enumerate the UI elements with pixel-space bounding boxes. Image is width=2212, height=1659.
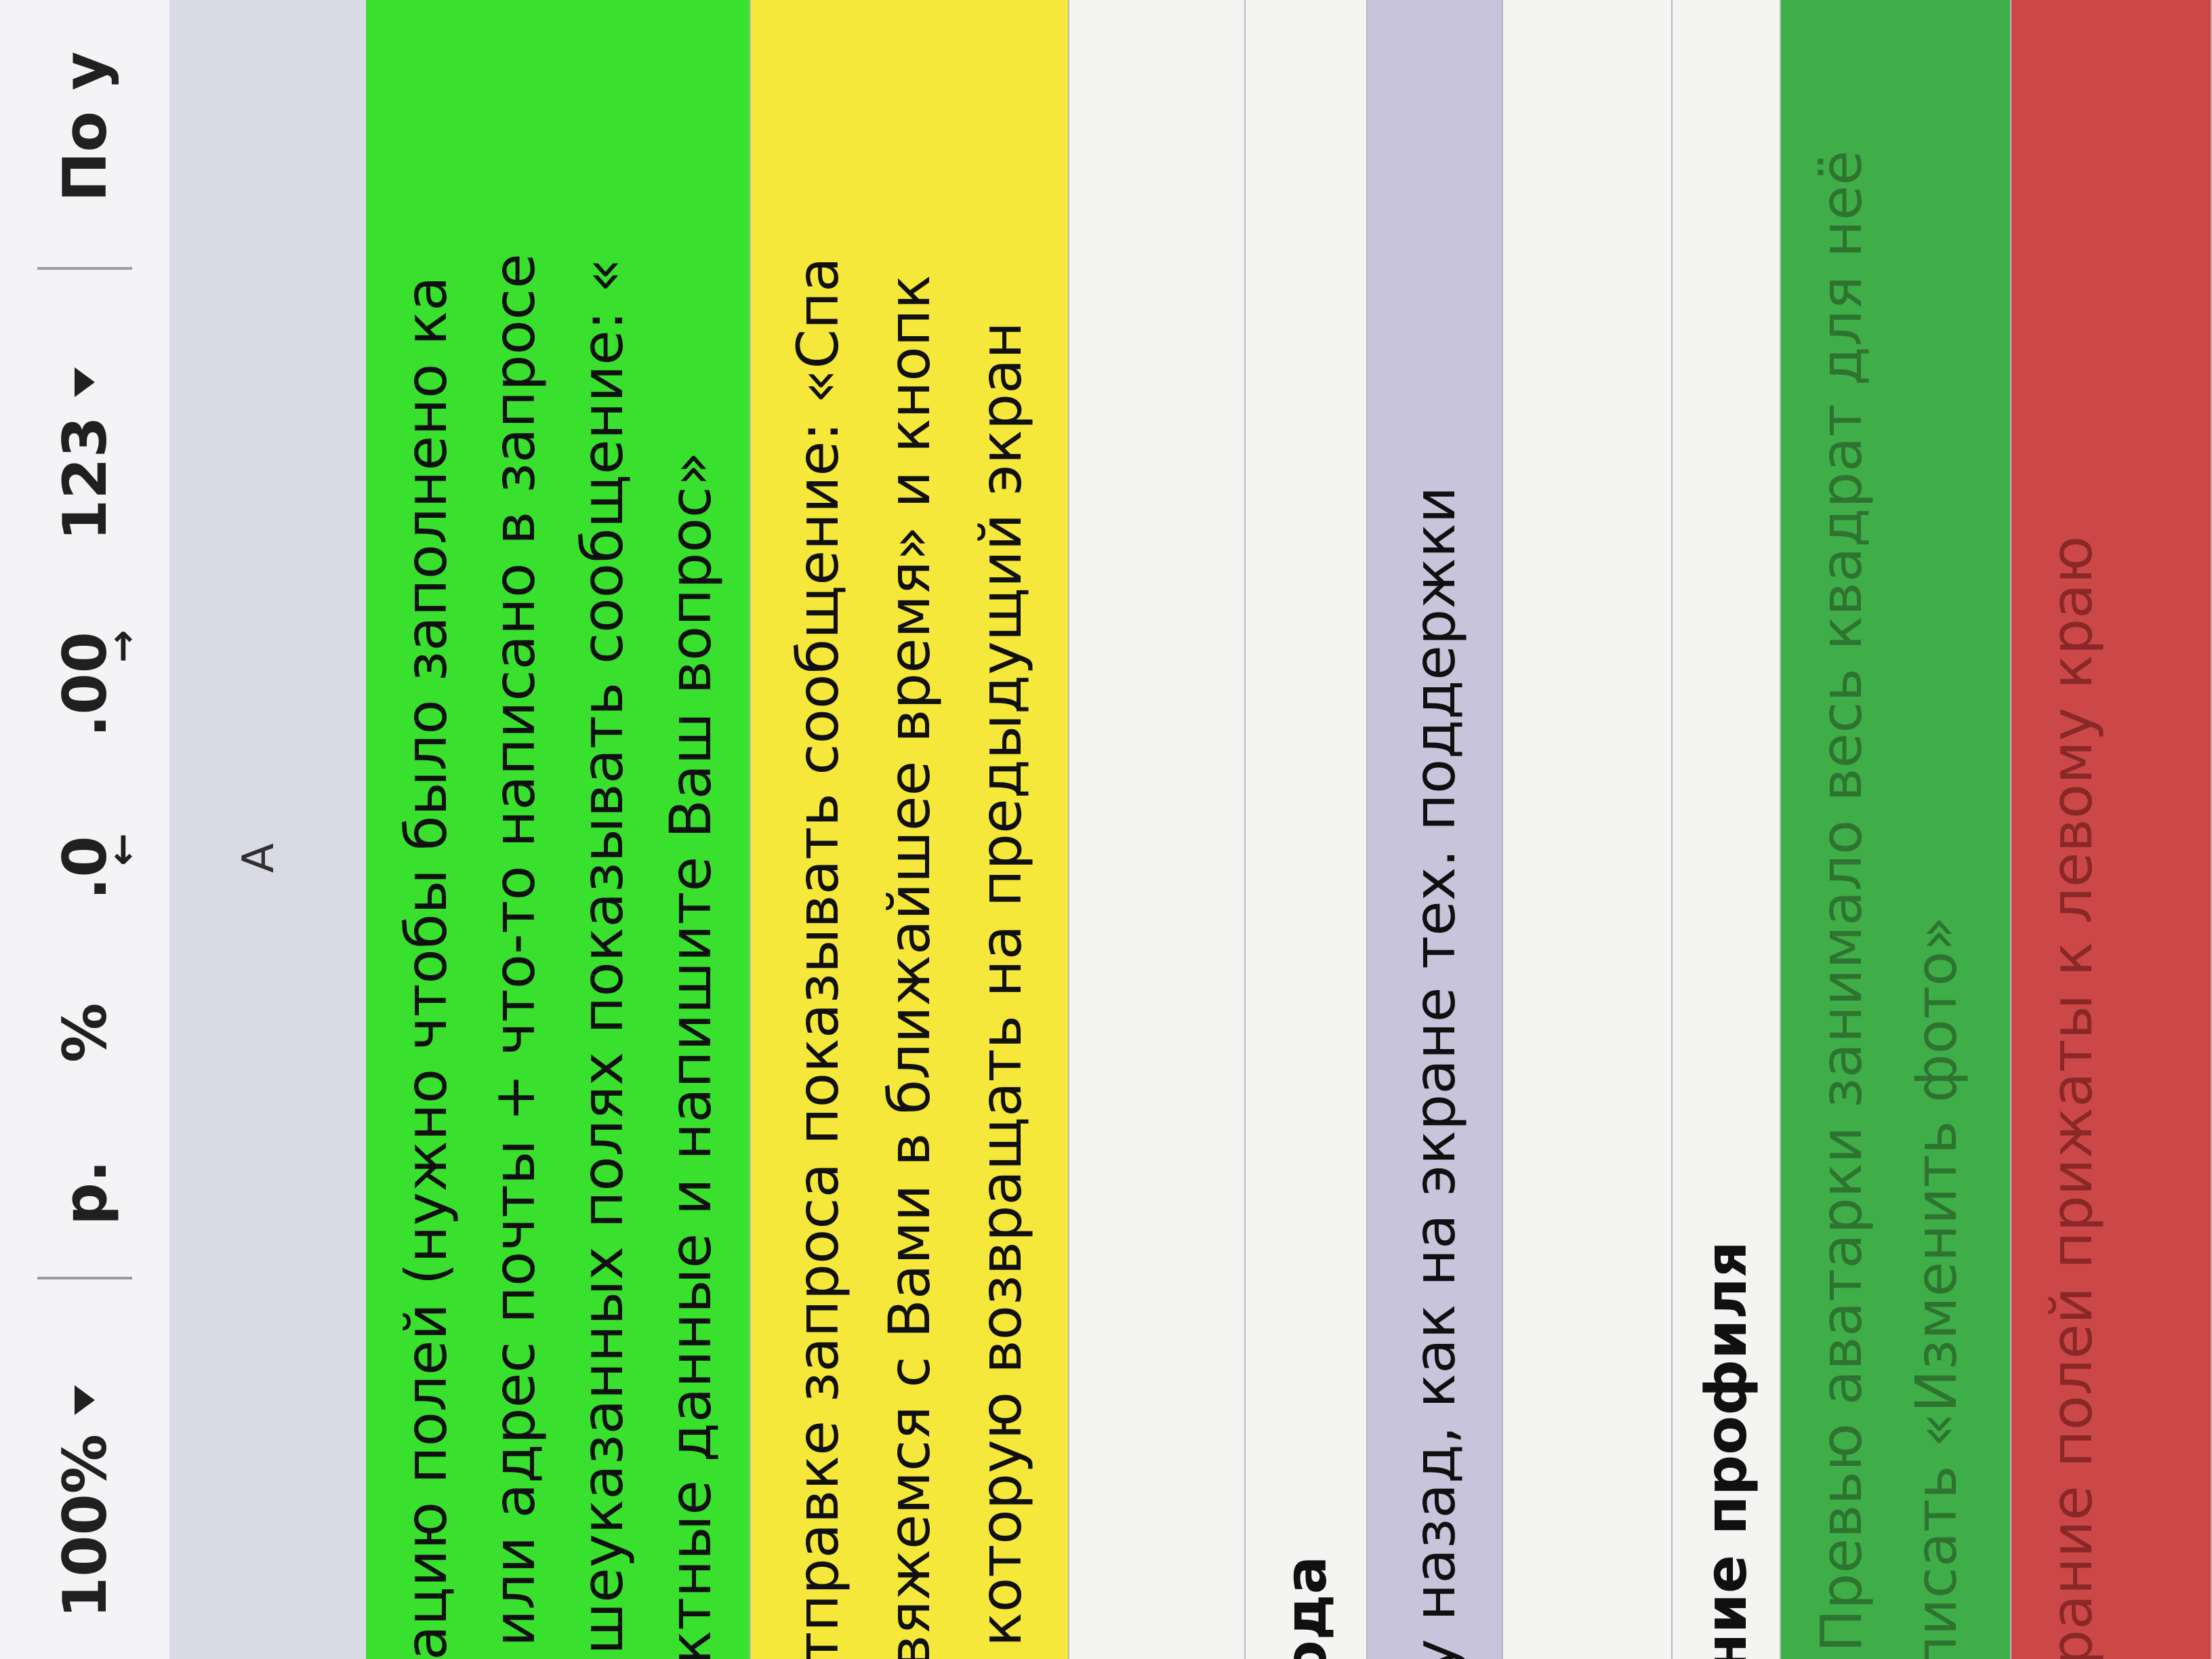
column-header-bar: A bbox=[169, 0, 367, 1659]
spreadsheet-window: 100% р. % .0 ← .00 → 123 По у A дацию по… bbox=[0, 0, 2212, 1659]
cell-validation-requirements[interactable]: дацию полей (нужно чтобы было заполнено … bbox=[366, 0, 751, 1659]
chevron-down-icon bbox=[75, 1385, 95, 1416]
arrow-left-icon: ← bbox=[98, 833, 145, 866]
currency-format-button[interactable]: р. bbox=[0, 1160, 169, 1225]
toolbar-divider bbox=[37, 267, 132, 270]
cell-fields-alignment-note[interactable]: рание полей прижаты к левому краю bbox=[2011, 0, 2212, 1659]
font-family-value: По у bbox=[49, 51, 120, 202]
cell-avatar-preview-note[interactable]: Превью аватарки занимало весь квадрат дл… bbox=[1781, 0, 2011, 1659]
cell-text-line: свяжемся с Вами в ближайшее время» и кно… bbox=[876, 274, 943, 1659]
increase-decimal-button[interactable]: .00 → bbox=[0, 630, 169, 737]
section-title: ода bbox=[1273, 1555, 1339, 1659]
currency-label: р. bbox=[49, 1160, 120, 1225]
cell-section-title-profile[interactable]: ние профиля bbox=[1673, 0, 1781, 1659]
more-formats-label: 123 bbox=[49, 416, 120, 541]
toolbar: 100% р. % .0 ← .00 → 123 По у bbox=[0, 0, 171, 1659]
cell-text-line: дацию полей (нужно чтобы было заполнено … bbox=[393, 276, 459, 1659]
cell-text-line: а или адрес почты + что-то написано в за… bbox=[481, 253, 548, 1659]
cell-text-line: Превью аватарки занимало весь квадрат дл… bbox=[1808, 150, 1875, 1652]
cell-send-request-message[interactable]: отправке запроса показывать сообщение: «… bbox=[751, 0, 1069, 1659]
cell-empty[interactable] bbox=[1069, 0, 1246, 1659]
zoom-select[interactable]: 100% bbox=[0, 1385, 169, 1618]
section-title: ние профиля bbox=[1693, 1241, 1759, 1659]
decrease-decimal-button[interactable]: .0 ← bbox=[0, 833, 169, 900]
cell-text-line: актные данные и напишите Ваш вопрос» bbox=[657, 451, 724, 1659]
toolbar-divider bbox=[37, 1277, 132, 1279]
column-header-a[interactable]: A bbox=[234, 843, 284, 873]
cell-text-line: рание полей прижаты к левому краю bbox=[2039, 535, 2105, 1659]
percent-format-button[interactable]: % bbox=[0, 1003, 169, 1063]
cell-empty[interactable] bbox=[1503, 0, 1673, 1659]
arrow-right-icon: → bbox=[98, 630, 145, 663]
cell-text-line: писать «Изменить фото» bbox=[1903, 916, 1969, 1659]
cell-text-line: у назад, как на экране тех. поддержки bbox=[1401, 486, 1468, 1659]
cell-text-line: отправке запроса показывать сообщение: «… bbox=[785, 257, 851, 1659]
cell-text-line: а которую возвращать на предыдущий экран bbox=[968, 321, 1034, 1659]
font-family-select[interactable]: По у bbox=[0, 52, 169, 202]
cell-back-button-note[interactable]: у назад, как на экране тех. поддержки bbox=[1368, 0, 1503, 1659]
cell-text-line: ышеуказанных полях показывать сообщение:… bbox=[569, 258, 636, 1659]
more-formats-button[interactable]: 123 bbox=[0, 367, 169, 541]
sheet-grid: дацию полей (нужно чтобы было заполнено … bbox=[366, 0, 2212, 1659]
percent-label: % bbox=[49, 1002, 120, 1063]
cell-section-title-exit[interactable]: ода bbox=[1246, 0, 1368, 1659]
chevron-down-icon bbox=[75, 367, 95, 398]
zoom-value: 100% bbox=[49, 1434, 120, 1618]
